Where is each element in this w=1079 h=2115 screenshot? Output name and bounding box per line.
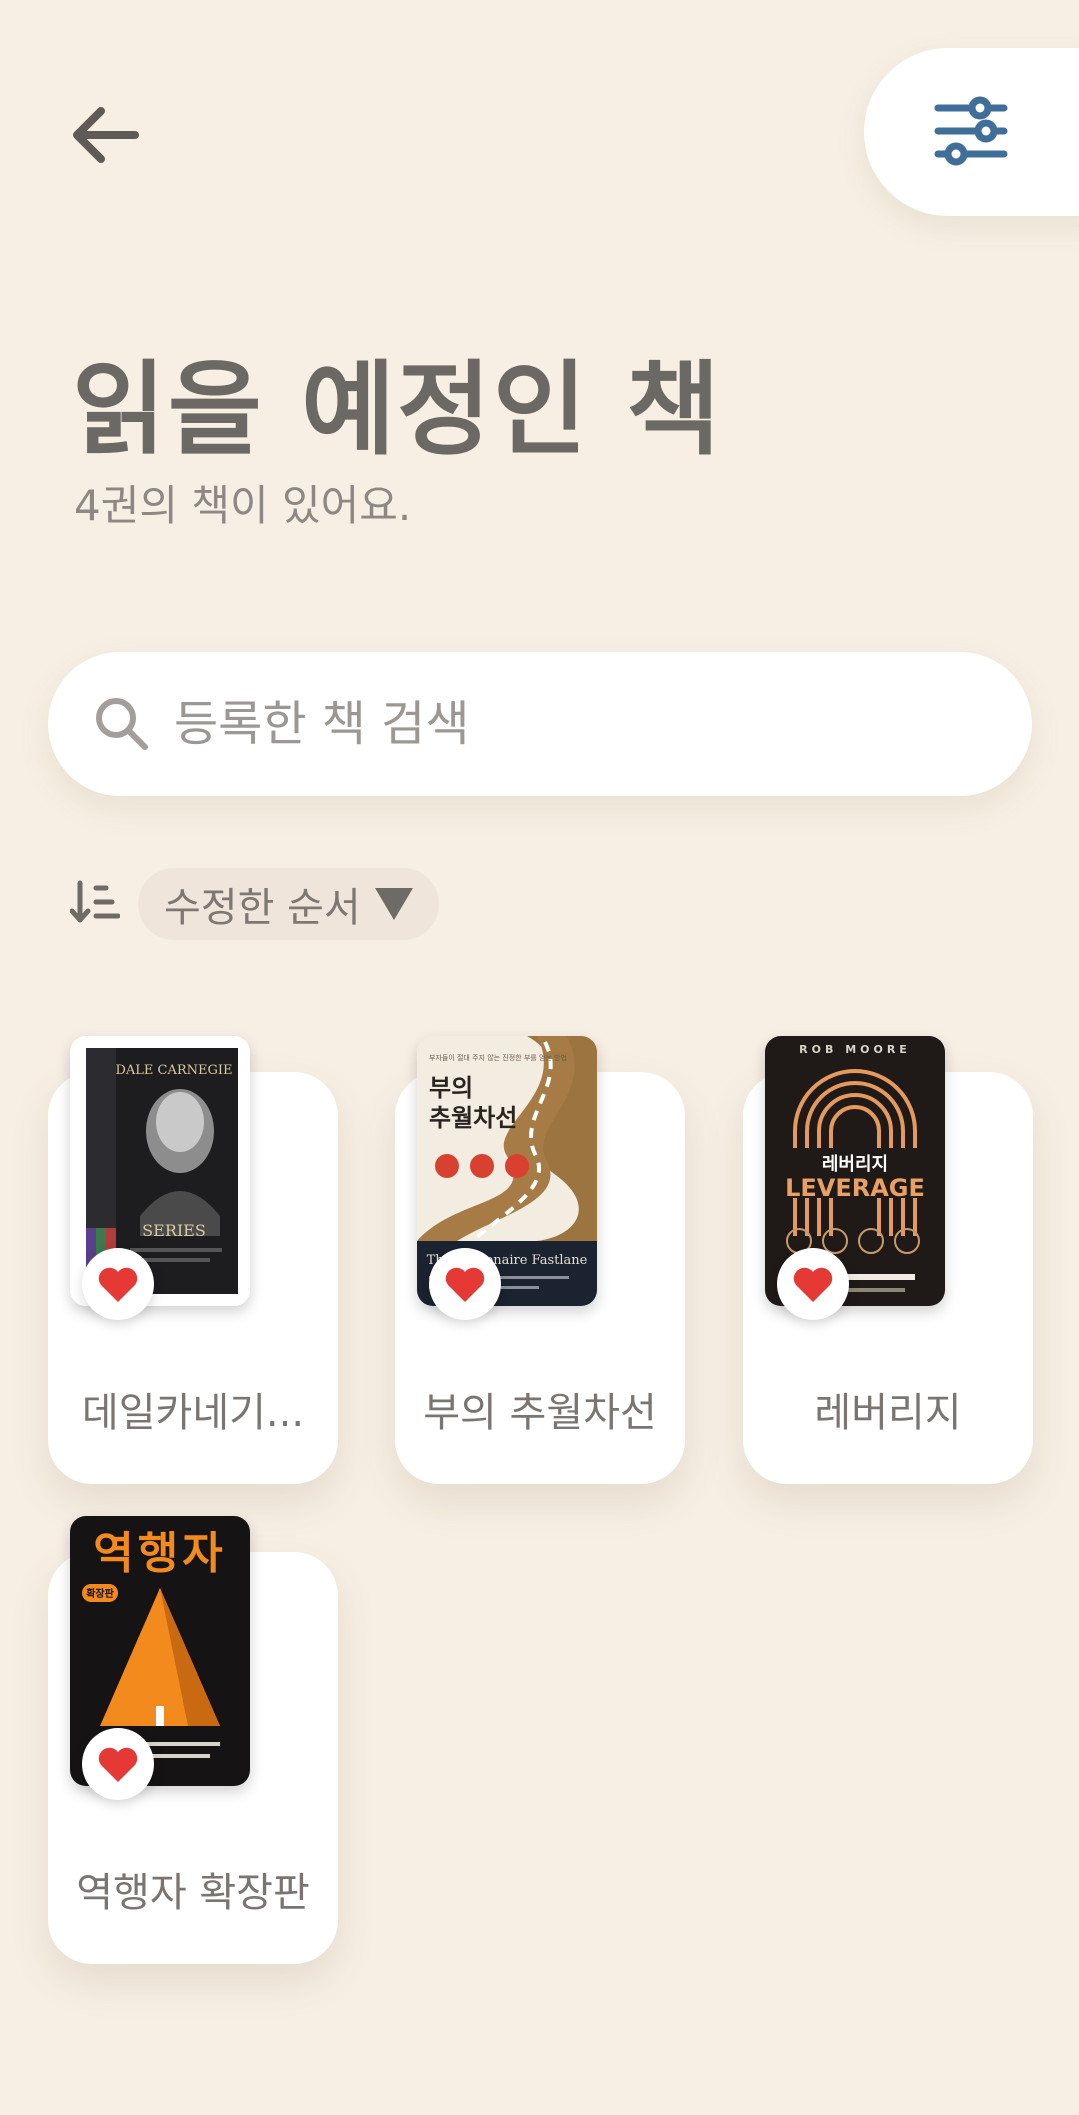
heart-icon bbox=[98, 1747, 138, 1782]
book-title: 레버리지 bbox=[814, 1390, 962, 1436]
book-card-3[interactable]: ROB MOORE 레버리지 LEVERAGE 레버리지 bbox=[743, 1036, 1033, 1484]
cover-bottom-text: SERIES bbox=[142, 1221, 206, 1240]
heart-icon bbox=[445, 1267, 485, 1302]
book-title: 역행자 확장판 bbox=[76, 1870, 310, 1916]
favorite-button[interactable] bbox=[82, 1728, 154, 1800]
book-card-4[interactable]: 역행자 확장판 역행자 확장판 bbox=[48, 1516, 338, 1964]
cover-edition: 확장판 bbox=[86, 1587, 114, 1600]
book-title: 데일카네기... bbox=[81, 1390, 305, 1436]
search-input[interactable] bbox=[172, 695, 956, 753]
cover-top-text: DALE CARNEGIE bbox=[115, 1063, 232, 1078]
filter-button[interactable] bbox=[864, 48, 1079, 216]
favorite-button[interactable] bbox=[82, 1248, 154, 1320]
sort-order-icon bbox=[70, 880, 120, 923]
cover-title-kr: 역행자 bbox=[93, 1528, 226, 1579]
book-card-1[interactable]: DALE CARNEGIE SERIES 데일카네기... bbox=[48, 1036, 338, 1484]
cover-title-en: LEVERAGE bbox=[785, 1174, 925, 1202]
cover-author: ROB MOORE bbox=[799, 1043, 911, 1056]
book-count-text: 4권의 책이 있어요. bbox=[74, 481, 412, 530]
page-title: 읽을 예정인 책 bbox=[72, 351, 723, 470]
arrow-left-icon bbox=[73, 107, 139, 163]
cover-tagline: 부자들이 절대 주지 않는 진정한 부를 얻는 방법 bbox=[429, 1053, 567, 1062]
book-card-2[interactable]: 부자들이 절대 주지 않는 진정한 부를 얻는 방법 부의 추월차선 The M… bbox=[395, 1036, 685, 1484]
cover-title-line1: 부의 bbox=[429, 1074, 473, 1102]
favorite-button[interactable] bbox=[777, 1248, 849, 1320]
book-title: 부의 추월차선 bbox=[423, 1390, 657, 1436]
cover-title-line2: 추월차선 bbox=[429, 1104, 517, 1132]
favorite-button[interactable] bbox=[429, 1248, 501, 1320]
back-button[interactable] bbox=[60, 90, 150, 180]
sort-dropdown[interactable]: 수정한 순서 bbox=[138, 868, 439, 940]
heart-icon bbox=[98, 1267, 138, 1302]
caret-down-icon bbox=[374, 888, 413, 920]
search-icon bbox=[94, 696, 150, 752]
sliders-icon bbox=[934, 96, 1008, 166]
sort-label: 수정한 순서 bbox=[164, 885, 361, 931]
heart-icon bbox=[793, 1267, 833, 1302]
search-bar[interactable] bbox=[48, 652, 1032, 796]
cover-title-kr: 레버리지 bbox=[822, 1154, 888, 1175]
